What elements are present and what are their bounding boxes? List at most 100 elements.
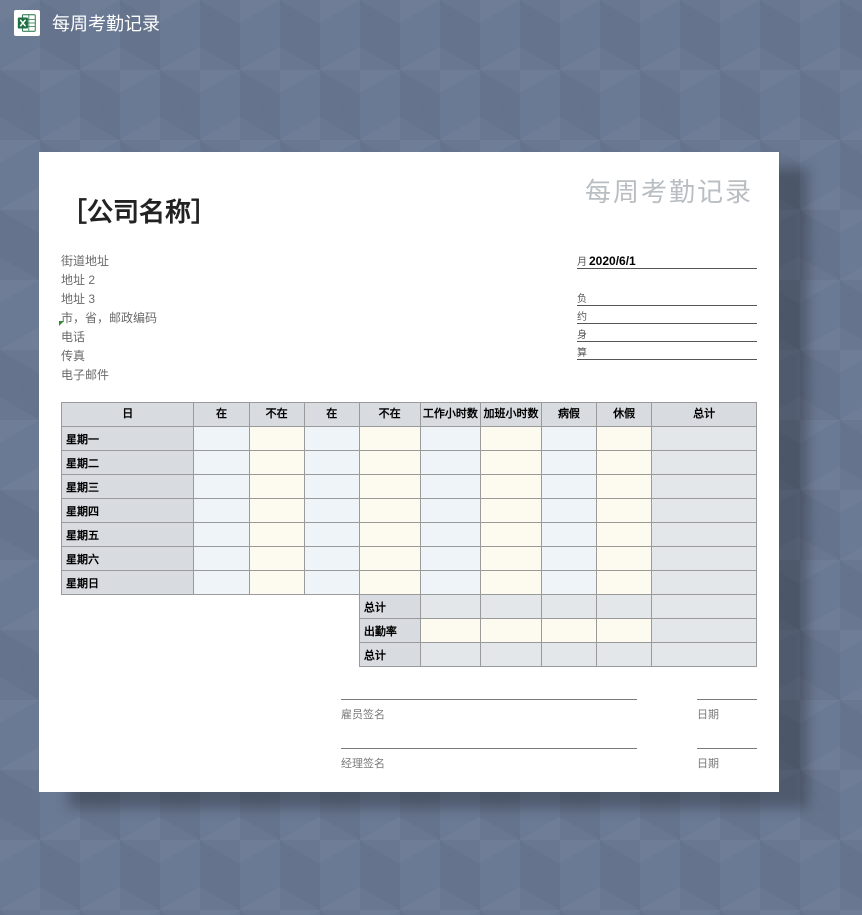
address-city: 市，省，邮政编码: [61, 309, 157, 326]
cell-out1[interactable]: [249, 571, 304, 595]
address-block: 街道地址 地址 2 地址 3 市，省，邮政编码 电话 传真 电子邮件: [61, 251, 361, 384]
cell-sick[interactable]: [541, 523, 596, 547]
day-label: 星期一: [62, 427, 194, 451]
cell-in2[interactable]: [304, 427, 359, 451]
watermark-title: 每周考勤记录: [585, 172, 753, 209]
cell-in1[interactable]: [194, 523, 249, 547]
cell-sick[interactable]: [541, 499, 596, 523]
cell-in2[interactable]: [304, 499, 359, 523]
table-row: 星期二: [62, 451, 757, 475]
cell-total: [652, 475, 757, 499]
cell-total: [652, 547, 757, 571]
grand-total: [652, 643, 757, 667]
cell-work[interactable]: [420, 547, 481, 571]
document-sheet: 每周考勤记录 ［公司名称］ 街道地址 地址 2 地址 3 市，省，邮政编码 电话…: [39, 152, 779, 792]
day-label: 星期三: [62, 475, 194, 499]
rate-vac[interactable]: [597, 619, 652, 643]
info-line-2-prefix: 负: [577, 290, 587, 305]
cell-work[interactable]: [420, 427, 481, 451]
cell-out2[interactable]: [359, 451, 420, 475]
cell-work[interactable]: [420, 523, 481, 547]
cell-out2[interactable]: [359, 427, 420, 451]
employee-sign-label: 雇员签名: [341, 706, 637, 722]
grand-work: [420, 643, 481, 667]
cell-out2[interactable]: [359, 499, 420, 523]
th-in2: 在: [304, 403, 359, 427]
cell-in1[interactable]: [194, 571, 249, 595]
cell-ot[interactable]: [481, 499, 542, 523]
cell-ot[interactable]: [481, 547, 542, 571]
grand-sick: [541, 643, 596, 667]
cell-sick[interactable]: [541, 547, 596, 571]
app-header: 每周考勤记录: [0, 0, 862, 46]
cell-out2[interactable]: [359, 571, 420, 595]
sum-ot: [481, 595, 542, 619]
cell-in2[interactable]: [304, 571, 359, 595]
cell-work[interactable]: [420, 451, 481, 475]
info-line-3: 约: [577, 306, 757, 324]
cell-vac[interactable]: [597, 451, 652, 475]
cell-out1[interactable]: [249, 523, 304, 547]
sum-sick: [541, 595, 596, 619]
cell-in1[interactable]: [194, 475, 249, 499]
cell-vac[interactable]: [597, 499, 652, 523]
manager-date-label: 日期: [697, 755, 757, 771]
cell-in2[interactable]: [304, 451, 359, 475]
cell-in1[interactable]: [194, 547, 249, 571]
day-label: 星期四: [62, 499, 194, 523]
cell-out1[interactable]: [249, 451, 304, 475]
day-label: 星期二: [62, 451, 194, 475]
cell-out1[interactable]: [249, 427, 304, 451]
cell-vac[interactable]: [597, 547, 652, 571]
cell-in2[interactable]: [304, 523, 359, 547]
rate-ot[interactable]: [481, 619, 542, 643]
info-line-5-prefix: 算: [577, 344, 587, 359]
cell-sick[interactable]: [541, 451, 596, 475]
sum-total-label: 总计: [359, 595, 420, 619]
excel-icon: [14, 10, 40, 36]
table-row: 星期三: [62, 475, 757, 499]
cell-vac[interactable]: [597, 571, 652, 595]
cell-ot[interactable]: [481, 475, 542, 499]
cell-in2[interactable]: [304, 547, 359, 571]
info-line-3-prefix: 约: [577, 308, 587, 323]
th-work: 工作小时数: [420, 403, 481, 427]
cell-in1[interactable]: [194, 499, 249, 523]
cell-vac[interactable]: [597, 523, 652, 547]
attendance-table: 日 在 不在 在 不在 工作小时数 加班小时数 病假 休假 总计 星期一: [61, 402, 757, 667]
address-phone: 电话: [61, 327, 361, 346]
cell-vac[interactable]: [597, 475, 652, 499]
info-line-4-prefix: 身: [577, 326, 587, 341]
cell-work[interactable]: [420, 571, 481, 595]
cell-work[interactable]: [420, 499, 481, 523]
th-day: 日: [62, 403, 194, 427]
cell-out1[interactable]: [249, 475, 304, 499]
cell-out2[interactable]: [359, 475, 420, 499]
address-fax: 传真: [61, 346, 361, 365]
cell-total: [652, 523, 757, 547]
cell-ot[interactable]: [481, 571, 542, 595]
cell-out1[interactable]: [249, 499, 304, 523]
cell-out1[interactable]: [249, 547, 304, 571]
cell-ot[interactable]: [481, 427, 542, 451]
day-label: 星期五: [62, 523, 194, 547]
cell-in1[interactable]: [194, 427, 249, 451]
cell-sick[interactable]: [541, 475, 596, 499]
cell-out2[interactable]: [359, 547, 420, 571]
cell-work[interactable]: [420, 475, 481, 499]
cell-sick[interactable]: [541, 427, 596, 451]
cell-ot[interactable]: [481, 451, 542, 475]
cell-sick[interactable]: [541, 571, 596, 595]
employee-sign-line: [341, 699, 637, 700]
cell-out2[interactable]: [359, 523, 420, 547]
employee-date-label: 日期: [697, 706, 757, 722]
rate-sick[interactable]: [541, 619, 596, 643]
cell-in2[interactable]: [304, 475, 359, 499]
table-row: 星期一: [62, 427, 757, 451]
cell-ot[interactable]: [481, 523, 542, 547]
cell-vac[interactable]: [597, 427, 652, 451]
day-label: 星期六: [62, 547, 194, 571]
cell-in1[interactable]: [194, 451, 249, 475]
rate-work[interactable]: [420, 619, 481, 643]
table-body: 星期一 星期二 星期三: [62, 427, 757, 667]
